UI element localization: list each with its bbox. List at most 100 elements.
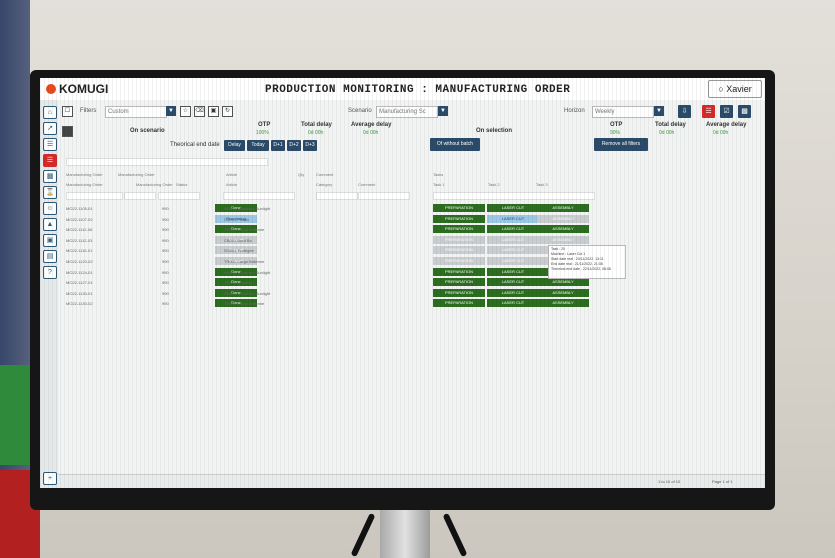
filters-label: Filters (80, 108, 97, 114)
horizon-dropdown-icon[interactable]: ▼ (654, 106, 664, 116)
collapse-filters-icon[interactable]: ☐ (62, 106, 73, 117)
task-cell[interactable]: ASSEMBLY (537, 225, 589, 234)
table-row[interactable]: MO22-1112-06 990 Done TR001 Cargo Italienne… (58, 225, 765, 234)
bar-chart-icon[interactable]: ▩ (43, 170, 57, 183)
scenario-dropdown-icon[interactable]: ▼ (438, 106, 448, 116)
horizon-select[interactable]: Weekly (592, 106, 654, 118)
filter-input[interactable] (433, 192, 595, 200)
table-row[interactable]: MO22-1107-02 990 Processing CB001 Plastic PR… (58, 214, 765, 224)
task-cell[interactable]: LASER CUT (487, 246, 539, 255)
mo-cell: MO22-1112-03 (66, 237, 93, 243)
table-row[interactable]: MO22-1130-01 990 Done BM011 Quadrilex Sunli… (58, 288, 765, 298)
task-cell[interactable]: PREPARATION (433, 257, 485, 265)
users-icon[interactable]: ☺ (43, 202, 57, 215)
column-header[interactable]: Category (316, 182, 332, 187)
filter-input[interactable] (66, 192, 123, 200)
task-cell[interactable]: PREPARATION (433, 278, 485, 287)
refresh-icon[interactable]: ↻ (222, 106, 233, 117)
hourglass-icon[interactable]: ⌛ (43, 186, 57, 199)
table-row[interactable]: MO22-1120-02 990 Delayed TR001 Cargo Italie… (58, 257, 765, 266)
theorical-end-date-label: Theorical end date (170, 142, 220, 148)
priority-cell: 990 (162, 248, 169, 254)
task-cell[interactable]: PREPARATION (433, 299, 485, 308)
task-cell[interactable]: ASSEMBLY (537, 235, 589, 244)
task-cell[interactable]: LASER CUT (487, 288, 539, 297)
d1-filter-button[interactable]: D+1 (271, 140, 285, 151)
save-icon[interactable]: ▣ (208, 106, 219, 117)
table-row[interactable]: MO22-1124-01 990 Done BM011 Quadrilex Sunli… (58, 267, 765, 277)
monitor-icon[interactable]: ▣ (43, 234, 57, 247)
task-cell[interactable]: LASER CUT (487, 235, 539, 244)
table-row[interactable]: MO22-1112-03 990 Delayed CB001 Bord Bo PREPA… (58, 235, 765, 245)
column-header[interactable]: Comment (358, 182, 375, 187)
task-cell[interactable]: LASER CUT (487, 267, 539, 276)
of-without-batch-button[interactable]: Of without batch (430, 138, 480, 151)
task-cell[interactable]: PREPARATION (433, 246, 485, 255)
task-cell[interactable]: PREPARATION (433, 267, 485, 276)
filter-input[interactable] (158, 192, 200, 200)
list-icon[interactable]: ☰ (43, 154, 57, 167)
table-row[interactable]: MO22-1127-01 990 Done CB001 Quadrilex PREPAR… (58, 278, 765, 287)
trash-icon[interactable]: ⌫ (194, 106, 205, 117)
document-icon[interactable]: ▤ (43, 250, 57, 263)
task-cell[interactable]: ASSEMBLY (537, 204, 589, 212)
task-cell[interactable]: PREPARATION (433, 235, 485, 244)
filters-select[interactable]: Custom (105, 106, 167, 118)
task-cell[interactable]: LASER CUT (487, 257, 539, 265)
column-header[interactable]: Article (226, 172, 237, 177)
task-cell[interactable]: PREPARATION (433, 225, 485, 234)
kpi-toggle-icon[interactable] (62, 126, 73, 137)
column-header[interactable]: Article (226, 182, 237, 187)
task-cell[interactable]: LASER CUT (487, 204, 539, 212)
expand-icon[interactable]: + (43, 472, 57, 485)
table-row[interactable]: MO22-1130-02 990 Done TR001 Cargo Italienne… (58, 299, 765, 308)
column-header[interactable]: Manufacturing Order (136, 182, 173, 187)
checklist-icon[interactable]: ☑ (720, 105, 733, 118)
table-search-input[interactable] (66, 158, 268, 166)
table-row[interactable]: MO22-1105-01 990 Done BM011 Quadrilex Sunli… (58, 204, 765, 213)
column-header[interactable]: Comment (316, 172, 333, 177)
table-row[interactable]: MO22-1115-01 990 Delayed SO001 Protégée PREP… (58, 246, 765, 255)
list-view-icon[interactable]: ☰ (702, 105, 715, 118)
task-cell[interactable]: PREPARATION (433, 214, 485, 223)
column-header[interactable]: Manufacturing Order (66, 172, 103, 177)
home-icon[interactable]: ⌂ (43, 106, 57, 119)
task-cell[interactable]: LASER CUT (487, 299, 539, 308)
task-cell[interactable]: ASSEMBLY (537, 278, 589, 287)
task-cell[interactable]: PREPARATION (433, 204, 485, 212)
column-header[interactable]: Qty (298, 172, 304, 177)
filter-input[interactable] (316, 192, 358, 200)
column-header[interactable]: Status (176, 182, 187, 187)
d2-filter-button[interactable]: D+2 (287, 140, 301, 151)
filter-input[interactable] (223, 192, 295, 200)
task3-header[interactable]: Task 3 (536, 182, 548, 187)
filters-dropdown-icon[interactable]: ▼ (166, 106, 176, 116)
export-icon[interactable]: ⇩ (678, 105, 691, 118)
column-header[interactable]: Manufacturing Order (118, 172, 155, 177)
task-cell[interactable]: ASSEMBLY (537, 288, 589, 297)
task-cell[interactable]: PREPARATION (433, 288, 485, 297)
line-chart-icon[interactable]: ↗ (43, 122, 57, 135)
task-cell[interactable]: LASER CUT (487, 278, 539, 287)
column-header[interactable]: Manufacturing Order (66, 182, 103, 187)
help-icon[interactable]: ? (43, 266, 57, 279)
gantt-icon[interactable]: ☰ (43, 138, 57, 151)
d3-filter-button[interactable]: D+3 (303, 140, 317, 151)
task2-header[interactable]: Task 2 (488, 182, 500, 187)
task-cell[interactable]: ASSEMBLY (537, 214, 589, 223)
task-cell[interactable]: LASER CUT (487, 225, 539, 234)
star-icon[interactable]: ☆ (180, 106, 191, 117)
scenario-select[interactable]: Manufacturing Sc (376, 106, 438, 118)
filter-input[interactable] (124, 192, 156, 200)
chart-view-icon[interactable]: ▩ (738, 105, 751, 118)
task-cell[interactable]: ASSEMBLY (537, 299, 589, 308)
remove-all-filters-button[interactable]: Remove all filters (594, 138, 648, 151)
task1-header[interactable]: Task 1 (433, 182, 445, 187)
task-cell[interactable]: LASER CUT (487, 214, 539, 223)
user-menu-button[interactable]: ○ Xavier (708, 80, 762, 98)
delay-filter-button[interactable]: Delay (224, 140, 245, 151)
today-filter-button[interactable]: Today (247, 140, 269, 151)
tasks-group-header[interactable]: Tasks (433, 172, 443, 177)
filter-input[interactable] (358, 192, 410, 200)
hierarchy-icon[interactable]: ▲ (43, 218, 57, 231)
